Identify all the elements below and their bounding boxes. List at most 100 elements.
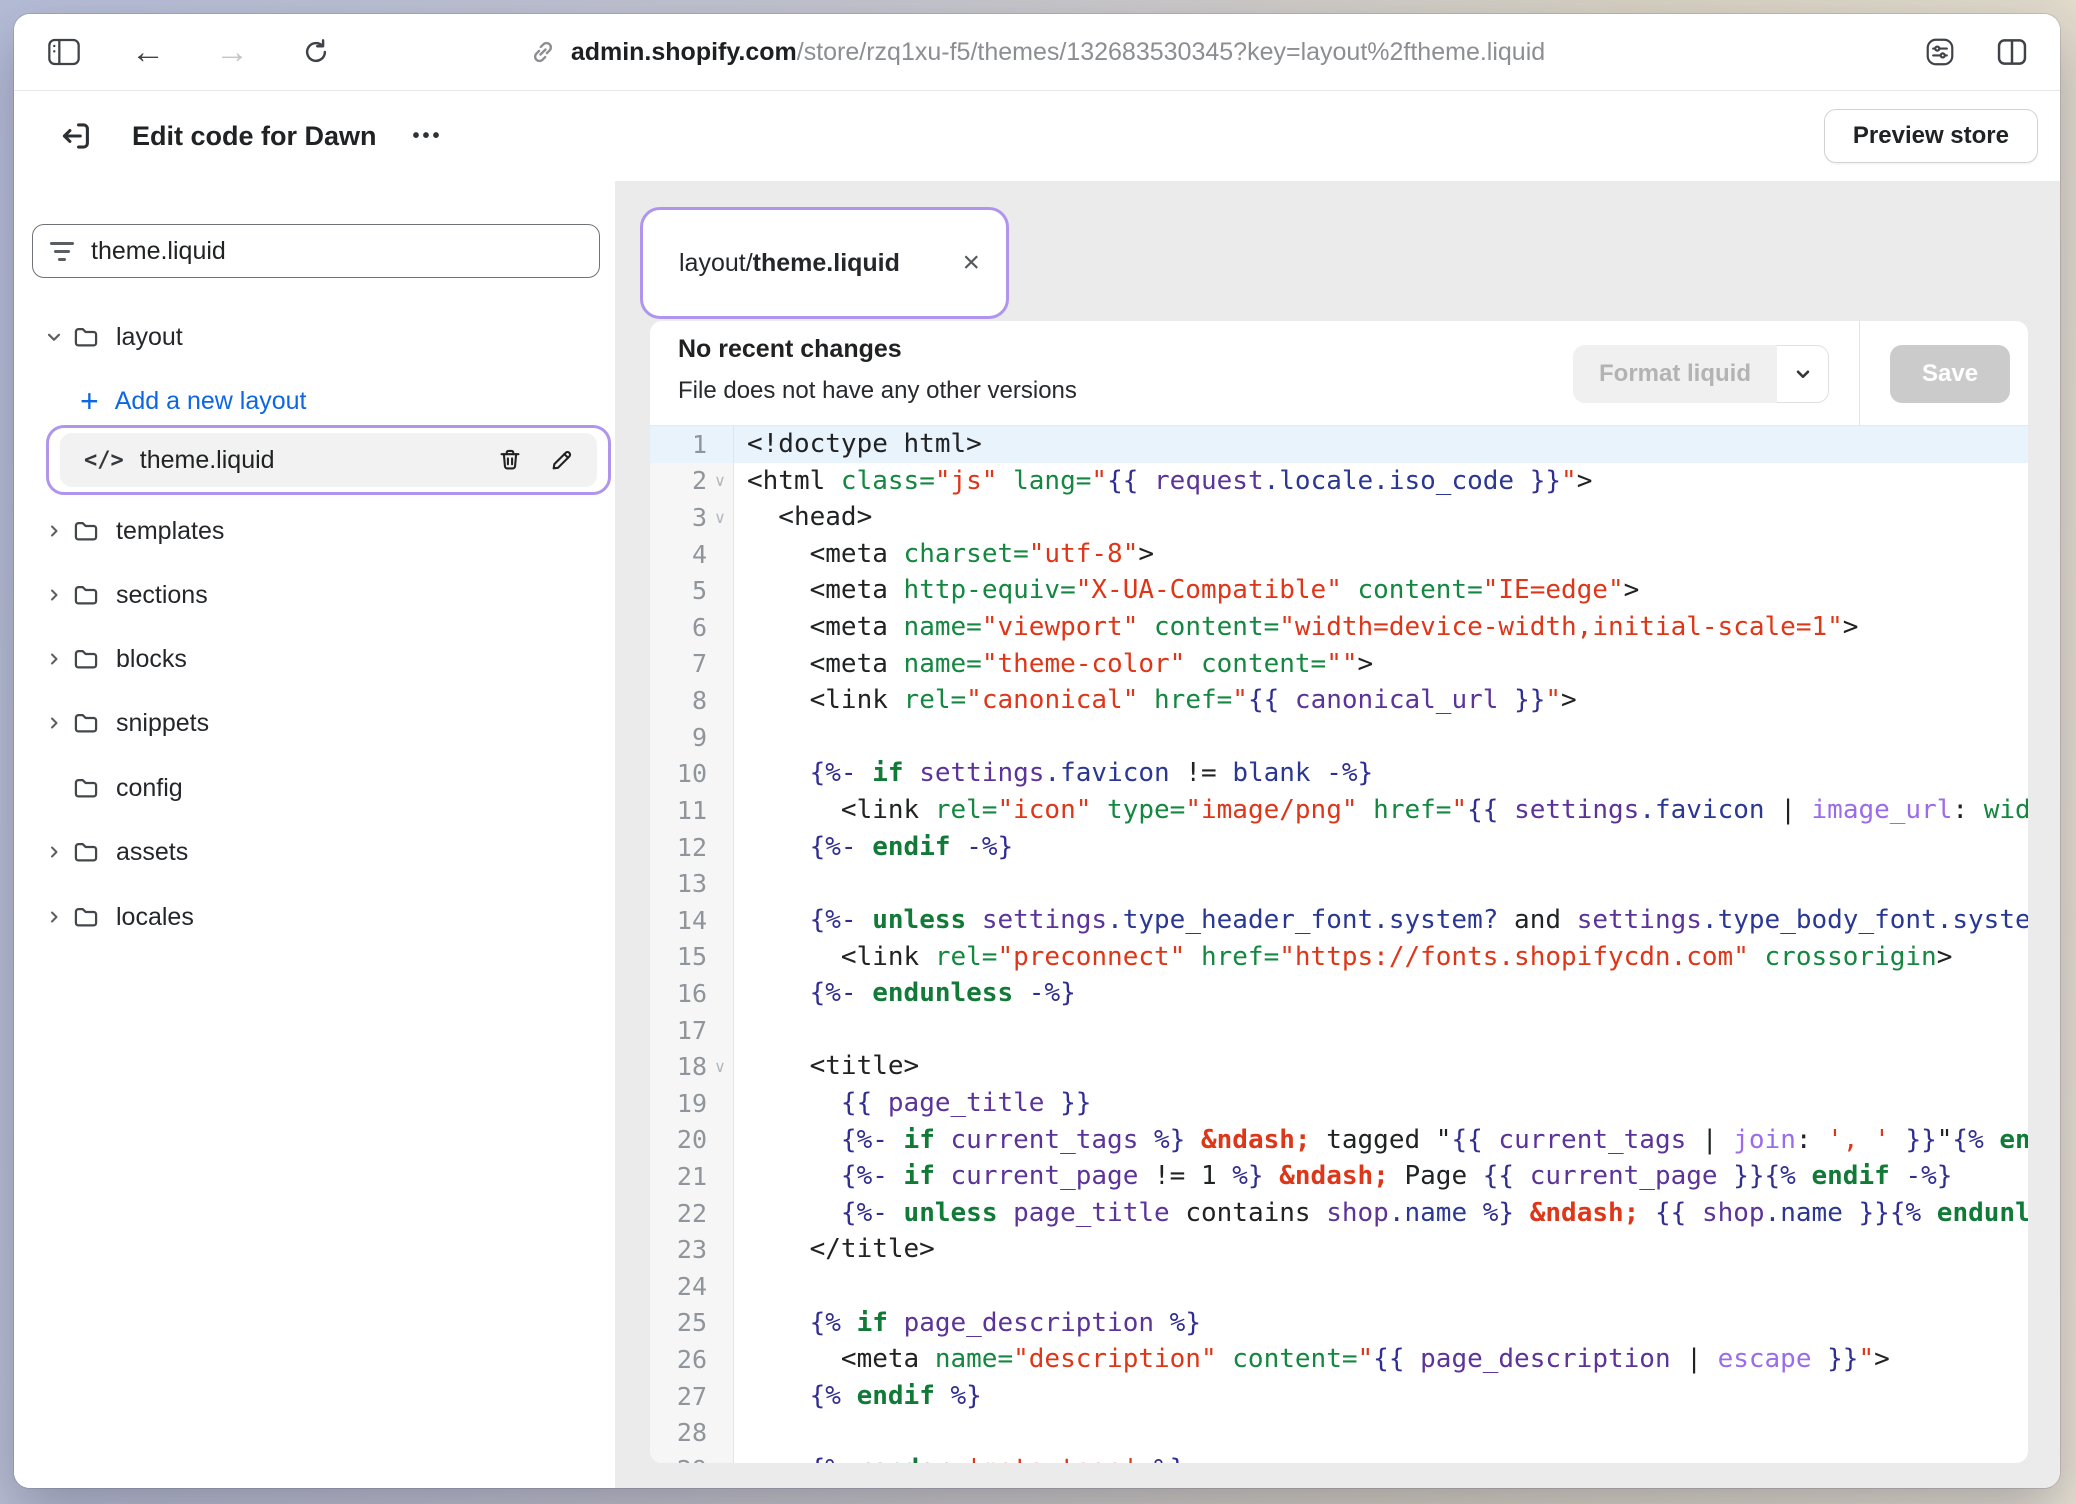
code-line[interactable]: <html class="js" lang="{{ request.locale…	[747, 463, 2028, 500]
code-line[interactable]: <title>	[747, 1048, 2028, 1085]
line-number: 15	[677, 942, 707, 971]
code-line[interactable]	[747, 1414, 2028, 1451]
code-line[interactable]	[747, 1012, 2028, 1049]
gutter-line: 25	[650, 1305, 733, 1342]
chevron-right-icon[interactable]	[40, 907, 68, 927]
line-number-gutter: 12∨3∨456789101112131415161718∨1920212223…	[650, 426, 734, 1463]
chevron-down-icon[interactable]	[40, 326, 68, 348]
sidebar-item-label: sections	[116, 581, 208, 610]
close-tab-icon[interactable]: ×	[962, 248, 980, 278]
folder-icon	[72, 581, 100, 609]
chevron-right-icon[interactable]	[40, 521, 68, 541]
code-line[interactable]: {{ page_title }}	[747, 1085, 2028, 1122]
fold-chevron-icon[interactable]: ∨	[707, 471, 733, 491]
code-line[interactable]: {% if page_description %}	[747, 1305, 2028, 1342]
code-content[interactable]: <!doctype html><html class="js" lang="{{…	[734, 426, 2028, 1463]
code-line[interactable]: </title>	[747, 1231, 2028, 1268]
browser-toolbar: ← → admin.shopify.com/store/rzq1xu-f5/th…	[14, 14, 2060, 91]
split-view-icon[interactable]	[1990, 30, 2034, 74]
format-liquid-button[interactable]: Format liquid	[1573, 345, 1829, 403]
sidebar-item-snippets[interactable]: snippets	[14, 699, 589, 747]
add-layout-button[interactable]: + Add a new layout	[14, 377, 589, 425]
save-button[interactable]: Save	[1890, 345, 2010, 403]
sidebar-item-blocks[interactable]: blocks	[14, 635, 589, 683]
app-header: Edit code for Dawn ••• Preview store	[14, 91, 2060, 182]
rename-file-icon[interactable]	[549, 447, 575, 473]
preview-store-button[interactable]: Preview store	[1824, 109, 2038, 163]
line-number: 23	[677, 1235, 707, 1264]
code-line[interactable]: <head>	[747, 499, 2028, 536]
exit-code-editor-icon[interactable]	[54, 114, 98, 158]
sidebar-item-theme-liquid[interactable]: </> theme.liquid	[60, 433, 597, 487]
tab-theme-liquid[interactable]: layout/theme.liquid ×	[640, 207, 1009, 319]
gutter-line: 10	[650, 755, 733, 792]
code-line[interactable]: {%- endunless -%}	[747, 975, 2028, 1012]
code-line[interactable]: <meta charset="utf-8">	[747, 536, 2028, 573]
folder-icon	[72, 838, 100, 866]
gutter-line: 26	[650, 1341, 733, 1378]
code-line[interactable]: <!doctype html>	[734, 426, 2028, 463]
gutter-line: 22	[650, 1195, 733, 1232]
tab-label: layout/theme.liquid	[679, 249, 900, 278]
tab-path-prefix: layout/	[679, 249, 753, 277]
sidebar-item-assets[interactable]: assets	[14, 828, 589, 876]
gutter-line: 29	[650, 1451, 733, 1463]
code-line[interactable]: {%- if current_tags %} &ndash; tagged "{…	[747, 1122, 2028, 1159]
code-editor[interactable]: 12∨3∨456789101112131415161718∨1920212223…	[650, 426, 2028, 1463]
gutter-line: 9	[650, 719, 733, 756]
address-bar[interactable]: admin.shopify.com/store/rzq1xu-f5/themes…	[14, 14, 2060, 90]
code-line[interactable]: {% endif %}	[747, 1378, 2028, 1415]
code-line[interactable]: <meta name="theme-color" content="">	[747, 646, 2028, 683]
delete-file-icon[interactable]	[497, 447, 523, 473]
file-sidebar: layout + Add a new layout </> theme.liqu…	[14, 181, 615, 1488]
fold-chevron-icon[interactable]: ∨	[707, 1057, 733, 1077]
code-line[interactable]: {%- if current_page != 1 %} &ndash; Page…	[747, 1158, 2028, 1195]
url-text: admin.shopify.com/store/rzq1xu-f5/themes…	[571, 38, 1545, 67]
file-search-box[interactable]	[32, 224, 600, 278]
gutter-line: 21	[650, 1158, 733, 1195]
gutter-line: 4	[650, 536, 733, 573]
line-number: 14	[677, 906, 707, 935]
gutter-line: 19	[650, 1085, 733, 1122]
code-file-icon: </>	[84, 448, 124, 473]
code-line[interactable]: {%- unless settings.type_header_font.sys…	[747, 902, 2028, 939]
code-line[interactable]	[747, 865, 2028, 902]
sidebar-item-layout[interactable]: layout	[14, 313, 589, 361]
gutter-line: 23	[650, 1231, 733, 1268]
code-line[interactable]: {%- if settings.favicon != blank -%}	[747, 755, 2028, 792]
chevron-right-icon[interactable]	[40, 842, 68, 862]
more-actions-button[interactable]: •••	[413, 125, 443, 148]
code-line[interactable]: <meta name="description" content="{{ pag…	[747, 1341, 2028, 1378]
line-number: 17	[677, 1016, 707, 1045]
line-number: 28	[677, 1418, 707, 1447]
line-number: 9	[692, 723, 707, 752]
page-settings-icon[interactable]	[1918, 30, 1962, 74]
code-line[interactable]: <meta http-equiv="X-UA-Compatible" conte…	[747, 572, 2028, 609]
gutter-line: 8	[650, 682, 733, 719]
code-line[interactable]: {% render 'meta-tags' %}	[747, 1451, 2028, 1463]
chevron-right-icon[interactable]	[40, 649, 68, 669]
code-line[interactable]: {%- unless page_title contains shop.name…	[747, 1195, 2028, 1232]
format-options-dropdown[interactable]	[1777, 345, 1829, 403]
sidebar-item-sections[interactable]: sections	[14, 571, 589, 619]
code-line[interactable]: <link rel="canonical" href="{{ canonical…	[747, 682, 2028, 719]
code-line[interactable]: <link rel="preconnect" href="https://fon…	[747, 939, 2028, 976]
sidebar-item-locales[interactable]: locales	[14, 893, 589, 941]
folder-icon	[72, 517, 100, 545]
chevron-right-icon[interactable]	[40, 713, 68, 733]
format-liquid-label[interactable]: Format liquid	[1573, 345, 1777, 403]
sidebar-item-config[interactable]: config	[14, 764, 589, 812]
code-line[interactable]	[747, 719, 2028, 756]
code-line[interactable]: <link rel="icon" type="image/png" href="…	[747, 792, 2028, 829]
chevron-right-icon[interactable]	[40, 585, 68, 605]
code-line[interactable]: <meta name="viewport" content="width=dev…	[747, 609, 2028, 646]
fold-chevron-icon[interactable]: ∨	[707, 508, 733, 528]
selected-file-highlight: </> theme.liquid	[46, 425, 611, 495]
header-divider	[1859, 321, 1860, 425]
sidebar-item-templates[interactable]: templates	[14, 507, 589, 555]
line-number: 11	[677, 796, 707, 825]
code-line[interactable]: {%- endif -%}	[747, 829, 2028, 866]
sidebar-item-label: assets	[116, 838, 188, 867]
code-line[interactable]	[747, 1268, 2028, 1305]
search-input[interactable]	[89, 236, 599, 267]
